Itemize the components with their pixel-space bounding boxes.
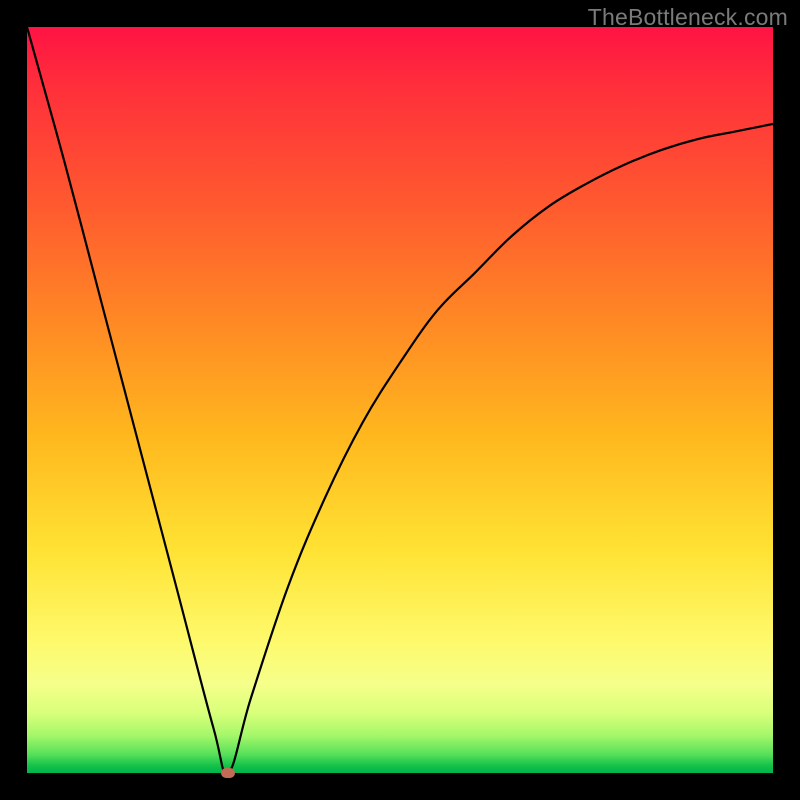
- watermark-text: TheBottleneck.com: [588, 4, 788, 31]
- bottleneck-curve: [27, 27, 773, 773]
- chart-frame: TheBottleneck.com: [0, 0, 800, 800]
- plot-area: [27, 27, 773, 773]
- min-dot: [221, 768, 235, 778]
